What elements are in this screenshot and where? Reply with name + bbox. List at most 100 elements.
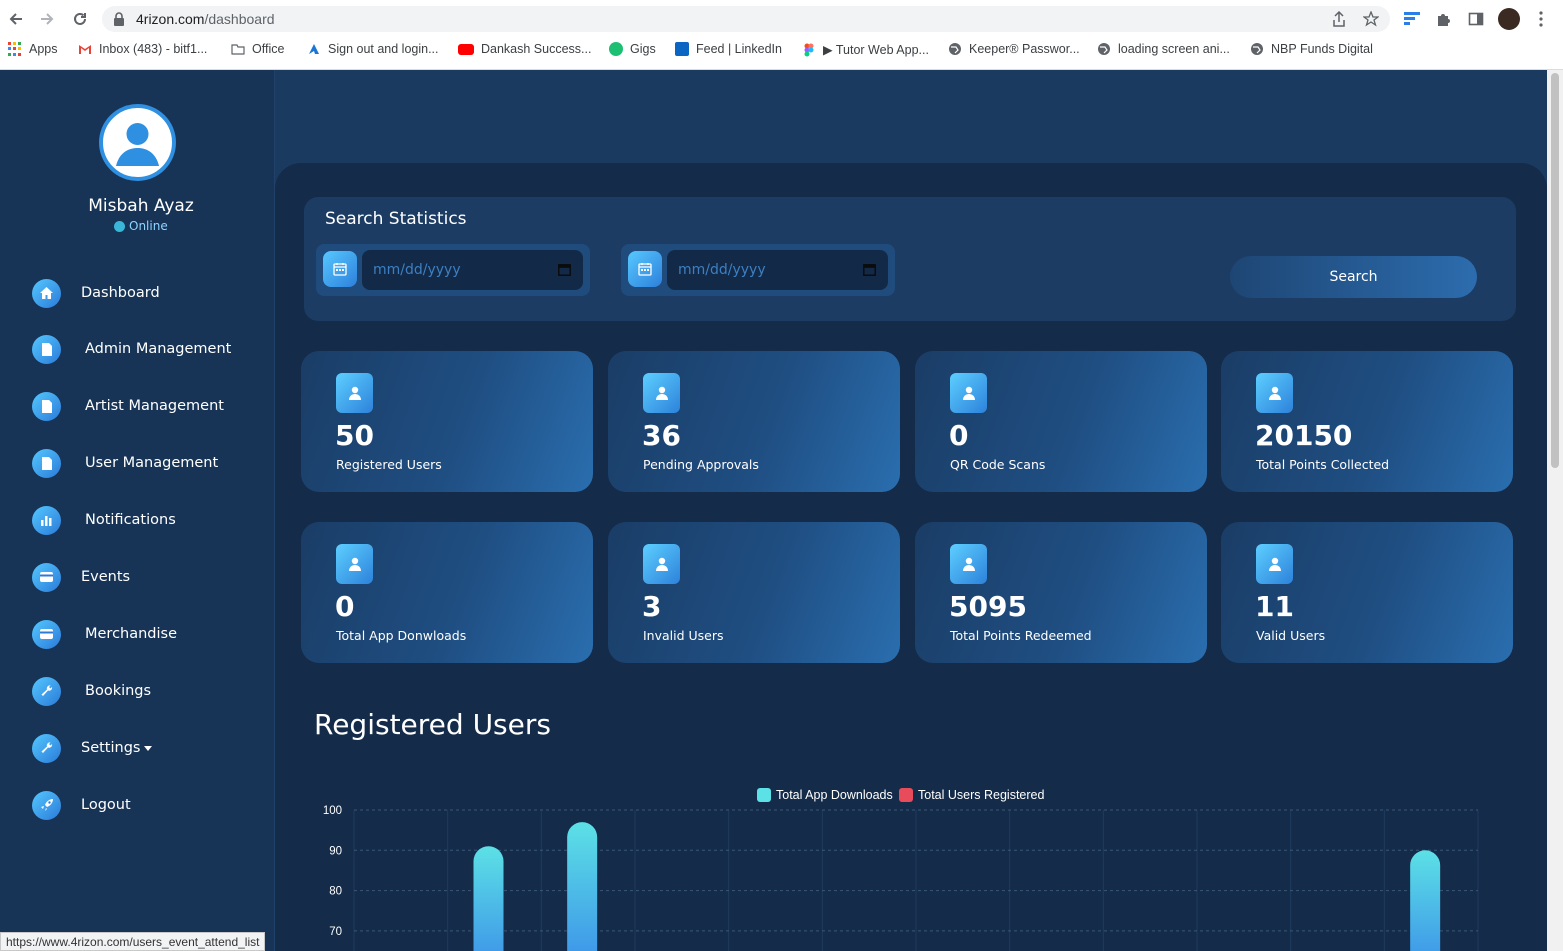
card-icon (32, 619, 61, 649)
share-icon[interactable] (1332, 11, 1346, 27)
calendar-icon[interactable] (323, 251, 357, 287)
bookmark-label: Inbox (483) - bitf1... (99, 42, 208, 56)
bookmark-keeper[interactable]: Keeper® Passwor... (948, 42, 1080, 56)
date-picker-icon[interactable] (558, 263, 571, 276)
stat-card-total-app-downloads[interactable]: 0 Total App Donwloads (301, 522, 593, 663)
sidebar-item-merchandise[interactable]: Merchandise (32, 619, 177, 649)
sidebar-item-logout[interactable]: Logout (32, 790, 131, 820)
chart-y-tick-label: 80 (329, 886, 342, 898)
reload-icon[interactable] (69, 8, 91, 30)
sidebar-item-label: Events (81, 569, 131, 585)
stat-label: Valid Users (1256, 628, 1326, 643)
puzzle-icon[interactable] (1434, 9, 1454, 29)
sidebar-item-label: Artist Management (85, 398, 224, 414)
stat-label: Registered Users (336, 457, 442, 472)
fiverr-icon (609, 42, 623, 56)
stat-card-valid-users[interactable]: 11 Valid Users (1221, 522, 1513, 663)
profile-name: Misbah Ayaz (88, 196, 194, 216)
sidebar-item-label: Merchandise (85, 626, 178, 642)
bookmark-label: Office (252, 42, 285, 56)
search-button[interactable]: Search (1230, 256, 1477, 298)
address-bar[interactable]: 4rizon.com/dashboard (102, 6, 1390, 32)
bookmark-label: Gigs (630, 42, 656, 56)
bookmark-star-icon[interactable] (1363, 11, 1379, 27)
chart-section-title: Registered Users (314, 708, 551, 741)
bookmark-label: Apps (29, 42, 58, 56)
browser-chrome: 4rizon.com/dashboard Apps Inbox (483) - … (0, 0, 1563, 70)
bookmark-loading[interactable]: loading screen ani... (1097, 42, 1230, 56)
sidebar-item-notifications[interactable]: Notifications (32, 505, 176, 535)
stat-card-pending-approvals[interactable]: 36 Pending Approvals (608, 351, 900, 492)
chart-y-tick-label: 90 (329, 845, 342, 857)
document-icon (32, 391, 61, 421)
stat-value: 11 (1255, 590, 1294, 623)
status-bar-url: https://www.4rizon.com/users_event_atten… (0, 932, 266, 951)
start-date-group: mm/dd/yyyy (316, 244, 590, 296)
sidebar-item-settings[interactable]: Settings (32, 733, 153, 763)
bookmark-apps[interactable]: Apps (8, 42, 58, 56)
sidebar-item-label: Logout (81, 797, 131, 813)
bookmark-signout[interactable]: Sign out and login... (307, 42, 439, 56)
caret-down-icon (144, 745, 153, 751)
bookmark-label: NBP Funds Digital (1271, 42, 1373, 56)
stat-value: 0 (335, 590, 355, 623)
scrollbar-thumb[interactable] (1551, 73, 1559, 468)
azure-icon (309, 44, 319, 54)
home-icon (32, 278, 61, 308)
stat-card-total-points-redeemed[interactable]: 5095 Total Points Redeemed (915, 522, 1207, 663)
stat-value: 3 (642, 590, 662, 623)
page-scrollbar[interactable] (1547, 70, 1563, 951)
chart-legend-swatch (757, 788, 771, 802)
stat-card-qr-code-scans[interactable]: 0 QR Code Scans (915, 351, 1207, 492)
date-picker-icon[interactable] (863, 263, 876, 276)
bookmark-dankash[interactable]: Dankash Success... (458, 42, 591, 56)
rocket-icon (32, 790, 61, 820)
stat-card-total-points-collected[interactable]: 20150 Total Points Collected (1221, 351, 1513, 492)
back-icon[interactable] (5, 8, 27, 30)
user-icon (1256, 373, 1293, 413)
menu-kebab-icon[interactable] (1531, 9, 1551, 29)
bookmark-nbp[interactable]: NBP Funds Digital (1250, 42, 1373, 56)
stat-value: 50 (335, 419, 374, 452)
stat-value: 5095 (949, 590, 1027, 623)
bookmark-inbox[interactable]: Inbox (483) - bitf1... (78, 42, 207, 56)
end-date-input[interactable]: mm/dd/yyyy (667, 250, 888, 290)
bookmark-gigs[interactable]: Gigs (609, 42, 656, 56)
folder-icon (231, 44, 245, 55)
start-date-input[interactable]: mm/dd/yyyy (362, 250, 583, 290)
extension-stream-icon[interactable] (1402, 9, 1422, 29)
bookmark-tutor[interactable]: ▶ Tutor Web App... (802, 42, 929, 57)
stat-label: Pending Approvals (643, 457, 759, 472)
user-icon (1256, 544, 1293, 584)
bookmark-office[interactable]: Office (231, 42, 284, 56)
lock-icon (114, 12, 124, 26)
sidebar-item-label: Notifications (85, 512, 176, 528)
stat-card-registered-users[interactable]: 50 Registered Users (301, 351, 593, 492)
apps-grid-icon (8, 42, 22, 56)
wrench-icon (32, 676, 61, 706)
user-icon (336, 544, 373, 584)
sidebar-item-bookings[interactable]: Bookings (32, 676, 151, 706)
stat-value: 36 (642, 419, 681, 452)
bookmark-linkedin[interactable]: Feed | LinkedIn (675, 42, 782, 56)
calendar-icon[interactable] (628, 251, 662, 287)
stat-value: 0 (949, 419, 969, 452)
profile-avatar-icon[interactable] (1498, 8, 1520, 30)
sidebar-item-events[interactable]: Events (32, 562, 130, 592)
document-icon (32, 334, 61, 364)
sidebar-item-label: User Management (85, 455, 219, 471)
card-icon (32, 562, 61, 592)
bookmark-label: loading screen ani... (1118, 42, 1230, 56)
forward-icon[interactable] (36, 8, 58, 30)
sidebar-item-user-management[interactable]: User Management (32, 448, 218, 478)
chart-legend-swatch (899, 788, 913, 802)
user-icon (336, 373, 373, 413)
chart-bar-total-app-downloads (567, 822, 598, 951)
side-panel-icon[interactable] (1466, 9, 1486, 29)
sidebar-item-dashboard[interactable]: Dashboard (32, 278, 160, 308)
sidebar-item-admin-management[interactable]: Admin Management (32, 334, 231, 364)
stat-card-invalid-users[interactable]: 3 Invalid Users (608, 522, 900, 663)
sidebar-item-label: Bookings (85, 683, 152, 699)
globe-icon (949, 43, 961, 55)
sidebar-item-artist-management[interactable]: Artist Management (32, 391, 224, 421)
